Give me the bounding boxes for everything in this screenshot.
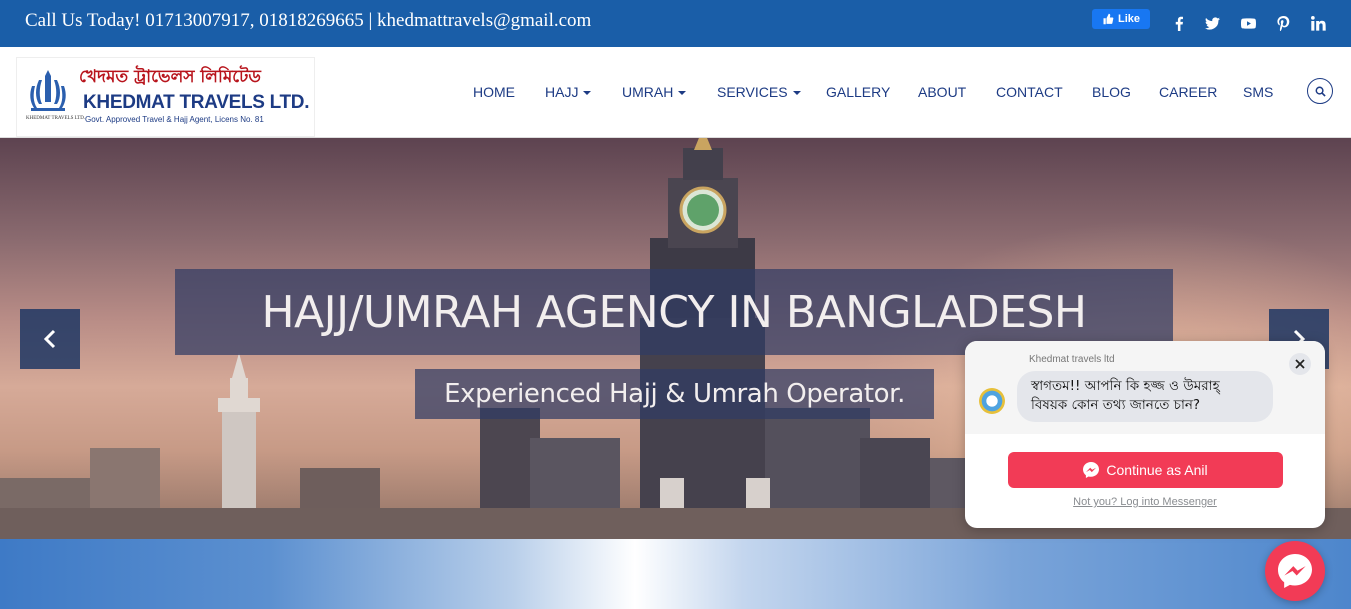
chat-message-line-2: বিষয়ক কোন তথ্য জানতে চান? [1031, 397, 1201, 413]
nav-hajj[interactable]: HAJJ [545, 84, 592, 100]
pinterest-icon[interactable] [1273, 13, 1293, 33]
chat-page-name: Khedmat travels ltd [1029, 354, 1115, 365]
twitter-icon[interactable] [1202, 13, 1222, 33]
search-button[interactable] [1307, 78, 1333, 104]
messenger-icon [1083, 462, 1100, 478]
facebook-like-button[interactable]: Like [1092, 9, 1150, 29]
site-logo[interactable]: KHEDMAT TRAVELS LTD. খেদমত ট্রাভেলস লিমি… [16, 57, 315, 137]
slider-prev-button[interactable] [20, 309, 80, 369]
nav-career-label: CAREER [1159, 84, 1218, 100]
chevron-left-icon [43, 329, 56, 349]
nav-umrah-label: UMRAH [622, 84, 674, 100]
messenger-chat-button[interactable] [1265, 541, 1325, 601]
call-us-text: Call Us Today! 01713007917, 01818269665 … [25, 10, 592, 31]
nav-about-label: ABOUT [918, 84, 967, 100]
nav-gallery[interactable]: GALLERY [826, 84, 890, 100]
chevron-down-icon [792, 91, 801, 96]
nav-sms-label: SMS [1243, 84, 1274, 100]
logo-emblem-caption: KHEDMAT TRAVELS LTD. [26, 116, 86, 121]
continue-as-label: Continue as Anil [1106, 462, 1208, 478]
facebook-icon[interactable] [1169, 13, 1189, 33]
chat-greeting-area: Khedmat travels ltd স্বাগতম!! আপনি কি হজ… [965, 341, 1325, 434]
logo-english-name: KHEDMAT TRAVELS LTD. [83, 92, 310, 113]
nav-umrah[interactable]: UMRAH [622, 84, 687, 100]
nav-about[interactable]: ABOUT [918, 84, 966, 100]
chevron-down-icon [678, 91, 687, 96]
section-banner [0, 539, 1351, 609]
logo-emblem-icon [30, 70, 66, 111]
site-header: KHEDMAT TRAVELS LTD. খেদমত ট্রাভেলস লিমি… [0, 47, 1351, 138]
search-icon [1315, 86, 1326, 97]
nav-services-label: SERVICES [717, 84, 788, 100]
chat-welcome-message: স্বাগতম!! আপনি কি হজ্জ ও উমরাহ্ বিষয়ক ক… [1017, 371, 1273, 422]
logo-subtitle: Govt. Approved Travel & Hajj Agent, Lice… [85, 115, 264, 124]
youtube-icon[interactable] [1238, 13, 1258, 33]
nav-blog-label: BLOG [1092, 84, 1131, 100]
chevron-down-icon [583, 91, 592, 96]
logo-bangla-name: খেদমত ট্রাভেলস লিমিটেড [79, 67, 261, 87]
nav-home[interactable]: HOME [473, 84, 515, 100]
top-bar: Call Us Today! 01713007917, 01818269665 … [0, 0, 1351, 47]
facebook-like-label: Like [1117, 13, 1140, 25]
chat-close-button[interactable] [1289, 353, 1311, 375]
nav-contact-label: CONTACT [996, 84, 1063, 100]
continue-as-button[interactable]: Continue as Anil [1008, 452, 1283, 488]
close-icon [1295, 359, 1305, 369]
nav-career[interactable]: CAREER [1159, 84, 1217, 100]
messenger-icon [1278, 554, 1312, 588]
nav-sms[interactable]: SMS [1243, 84, 1273, 100]
thumbs-up-icon [1103, 13, 1114, 25]
nav-blog[interactable]: BLOG [1092, 84, 1131, 100]
nav-hajj-label: HAJJ [545, 84, 579, 100]
messenger-chat-popup: Khedmat travels ltd স্বাগতম!! আপনি কি হজ… [965, 341, 1325, 528]
chat-message-line-1: স্বাগতম!! আপনি কি হজ্জ ও উমরাহ্ [1031, 378, 1220, 394]
linkedin-icon[interactable] [1308, 13, 1328, 33]
log-into-messenger-link[interactable]: Not you? Log into Messenger [965, 496, 1325, 508]
nav-home-label: HOME [473, 84, 515, 100]
nav-gallery-label: GALLERY [826, 84, 891, 100]
nav-contact[interactable]: CONTACT [996, 84, 1063, 100]
nav-services[interactable]: SERVICES [717, 84, 801, 100]
hero-subtitle: Experienced Hajj & Umrah Operator. [415, 369, 934, 419]
chat-page-avatar [979, 388, 1005, 414]
